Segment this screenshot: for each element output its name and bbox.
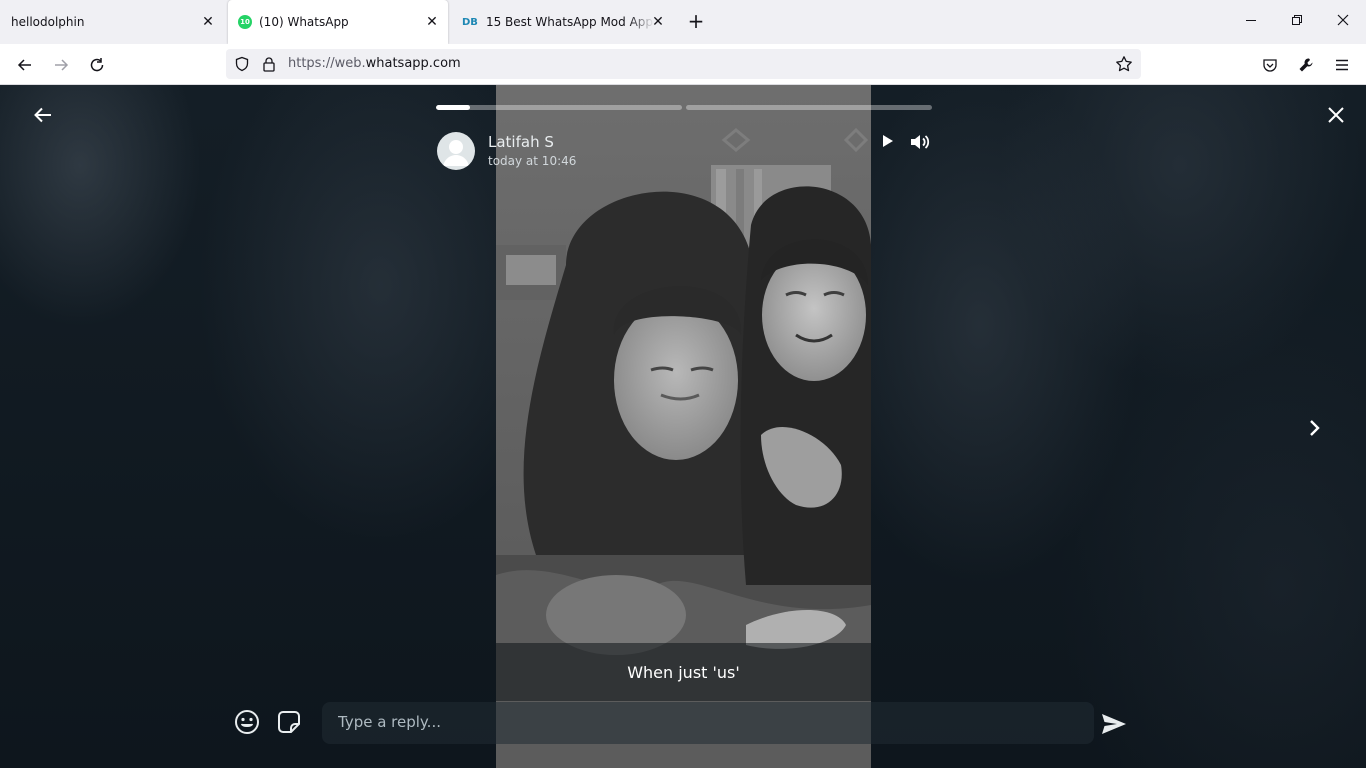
tab-whatsapp-mod-apps[interactable]: DB 15 Best WhatsApp Mod Apps fo ✕ (452, 0, 674, 44)
minimize-icon[interactable] (1241, 12, 1261, 32)
status-timestamp: today at 10:46 (488, 154, 577, 168)
tab-title: (10) WhatsApp (259, 15, 349, 29)
shield-icon[interactable] (234, 56, 250, 76)
reload-icon[interactable] (85, 53, 109, 77)
site-favicon-icon: DB (462, 16, 478, 28)
tab-hellodolphin[interactable]: hellodolphin ✕ (2, 0, 224, 44)
chevron-right-icon[interactable] (1302, 415, 1328, 441)
sticker-icon[interactable] (275, 708, 303, 736)
volume-icon[interactable] (908, 131, 932, 153)
emoji-icon[interactable] (233, 708, 261, 736)
forward-arrow-icon[interactable] (49, 53, 73, 77)
tab-close-icon[interactable]: ✕ (200, 14, 216, 30)
tab-whatsapp[interactable]: 10 (10) WhatsApp ✕ (228, 0, 448, 44)
play-icon[interactable] (878, 131, 898, 151)
browser-tab-bar: hellodolphin ✕ 10 (10) WhatsApp ✕ DB 15 … (0, 0, 1366, 44)
avatar[interactable] (437, 132, 475, 170)
tab-close-icon[interactable]: ✕ (424, 14, 440, 30)
hamburger-menu-icon[interactable] (1330, 53, 1354, 77)
back-arrow-icon[interactable] (13, 53, 37, 77)
back-arrow-icon[interactable] (29, 101, 57, 129)
tab-title: 15 Best WhatsApp Mod Apps fo (485, 15, 654, 29)
wrench-icon[interactable] (1294, 53, 1318, 77)
progress-fill (436, 105, 471, 110)
new-tab-button[interactable]: + (686, 11, 706, 32)
tab-title: hellodolphin (11, 15, 85, 29)
lock-icon[interactable] (262, 56, 276, 76)
browser-nav-bar: https://web.whatsapp.com (0, 44, 1366, 85)
send-icon[interactable] (1098, 709, 1130, 739)
status-viewer: Latifah S today at 10:46 When just 'us' (0, 85, 1366, 768)
star-icon[interactable] (1115, 55, 1133, 77)
pocket-icon[interactable] (1258, 53, 1282, 77)
caption-bar: When just 'us' (496, 643, 871, 701)
reply-input[interactable] (338, 713, 1038, 731)
poster-name[interactable]: Latifah S (488, 133, 554, 151)
close-icon[interactable] (1322, 101, 1350, 129)
restore-icon[interactable] (1287, 12, 1307, 32)
address-bar[interactable]: https://web.whatsapp.com (226, 49, 1141, 79)
close-icon[interactable] (1333, 12, 1353, 32)
url-text[interactable]: https://web.whatsapp.com (288, 56, 461, 71)
reply-input-container[interactable] (322, 702, 1094, 744)
status-caption: When just 'us' (627, 662, 740, 682)
status-progress-bar-2 (686, 105, 932, 110)
status-progress-bar-1 (436, 105, 682, 110)
tab-close-icon[interactable]: ✕ (650, 14, 666, 30)
whatsapp-favicon-icon: 10 (238, 15, 252, 29)
